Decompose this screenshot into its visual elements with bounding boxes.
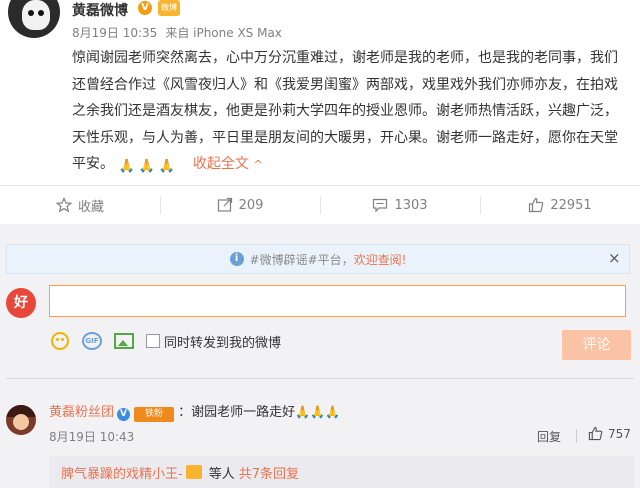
like-button[interactable]: 22951 [480,186,640,224]
comment-icon [373,198,388,213]
post-body: 惊闻谢园老师突然离去，心中万分沉重难过，谢老师是我的老师，也是我的老同事，我们还… [72,45,628,179]
info-icon: i [229,252,244,266]
repost-checkbox-label[interactable]: 同时转发到我的微博 [164,332,281,351]
notice-link[interactable]: 欢迎查阅! [354,251,407,268]
author-avatar[interactable] [8,0,60,38]
reply-button[interactable]: 回复 [537,428,561,445]
sub-reply-etc: 等人 [208,466,235,482]
submit-comment-button[interactable]: 评论 [562,330,631,360]
favorite-button[interactable]: 收藏 [0,186,160,224]
image-icon[interactable] [114,333,134,349]
emoji-icon[interactable] [51,332,69,350]
fan-badge[interactable]: 铁粉 [134,407,175,422]
comment-count: 1303 [394,197,428,213]
avatar-eye [28,10,34,16]
sub-reply-user[interactable]: 脾气暴躁的戏精小王- [61,463,183,482]
repost-button[interactable]: 209 [160,186,320,224]
separator [576,429,577,443]
action-bar: 收藏 209 1303 22951 [0,185,640,225]
star-icon [55,197,72,213]
repost-count: 209 [238,197,264,213]
like-count: 22951 [550,197,592,213]
vip-badge[interactable]: 微博 [158,0,180,16]
pray-emoji: 🙏 [118,159,135,174]
post-author[interactable]: 黄磊微博 [72,0,128,20]
avatar-eye [38,10,44,16]
post-date[interactable]: 8月19日 10:35 [72,26,157,40]
thumbs-up-icon [588,426,603,441]
comment-like-count: 757 [608,426,631,441]
collapse-label: 收起全文 [192,156,249,172]
post-source: 来自 iPhone XS Max [165,26,282,40]
gif-icon[interactable]: GIF [82,332,102,350]
commenter-avatar[interactable] [6,405,36,435]
post-meta: 8月19日 10:35 来自 iPhone XS Max [72,24,282,41]
thumbs-up-icon [529,197,544,213]
sub-reply-summary[interactable]: 脾气暴躁的戏精小王- 等人 共7条回复 [49,456,634,488]
repost-icon [217,197,232,212]
divider [6,378,634,379]
avatar-face [13,414,29,430]
verified-icon: V [117,408,131,421]
sub-reply-count[interactable]: 共7条回复 [239,463,299,482]
favorite-label: 收藏 [77,199,104,215]
current-user-avatar[interactable]: 好 [6,288,36,318]
chevron-up-icon: ^ [253,158,263,171]
comment-button[interactable]: 1303 [320,186,480,224]
comment-author[interactable]: 黄磊粉丝团 [49,405,114,420]
rumor-notice-banner: i #微博辟谣#平台， 欢迎查阅! [6,244,630,274]
pray-emoji: 🙏🙏🙏 [295,405,340,419]
avatar-face [22,0,50,30]
pray-emoji: 🙏 [158,159,175,174]
comment-input[interactable] [49,285,626,317]
comment-like-button[interactable]: 757 [588,426,631,441]
vip-badge [185,465,202,479]
close-icon[interactable]: × [608,249,621,267]
comment-text: ：谢园老师一路走好 [178,405,296,420]
verified-icon: V [138,1,152,15]
collapse-full-text-link[interactable]: 收起全文 ^ [193,156,263,172]
pray-emoji: 🙏 [138,159,155,174]
repost-checkbox[interactable] [146,334,160,348]
comment-line: 黄磊粉丝团 V 铁粉 ：谢园老师一路走好🙏🙏🙏 [49,401,340,422]
notice-text: #微博辟谣#平台， [249,252,354,267]
comment-time: 8月19日 10:43 [49,430,135,444]
